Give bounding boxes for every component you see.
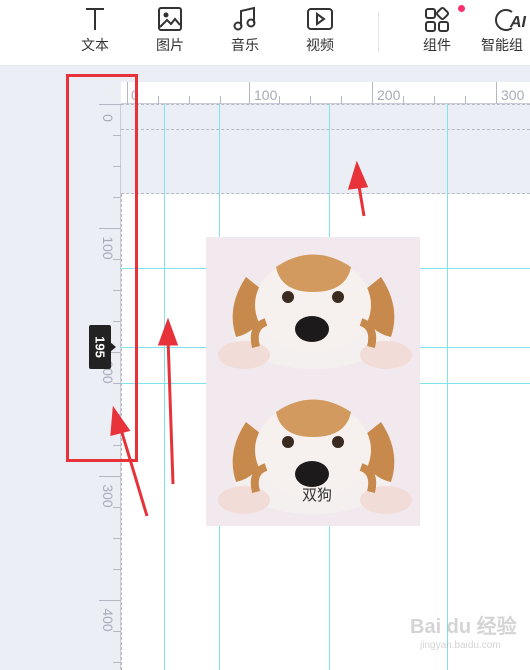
text-tool-button[interactable]: 文本 xyxy=(63,6,127,62)
horizontal-ruler-ticks xyxy=(127,82,497,104)
video-icon xyxy=(288,6,352,36)
text-tool-label: 文本 xyxy=(81,37,109,53)
image-caption-text[interactable]: 双狗 xyxy=(302,484,332,505)
ai-tool-label: 智能组 xyxy=(481,37,523,53)
image-tool-label: 图片 xyxy=(156,37,184,53)
watermark-logo: Bai du 经验 xyxy=(410,616,517,638)
canvas-header-area xyxy=(121,104,530,194)
editor-toolbar: 文本 图片 音乐 视频 组件 AI 智能组 xyxy=(0,0,530,66)
watermark-url: jingyan.baidu.com xyxy=(420,640,501,651)
horizontal-ruler[interactable]: 0 100 200 300 xyxy=(121,82,530,104)
ai-icon-text: AI xyxy=(509,14,527,31)
components-tool-label: 组件 xyxy=(423,37,451,53)
components-tool-button[interactable]: 组件 xyxy=(405,6,469,62)
ruler-label-h-200: 200 xyxy=(377,87,401,103)
ruler-label-v-300: 300 xyxy=(100,484,116,508)
image-tool-button[interactable]: 图片 xyxy=(138,6,202,62)
safe-area-line xyxy=(121,129,530,130)
music-tool-label: 音乐 xyxy=(231,37,259,53)
text-icon xyxy=(63,6,127,36)
guide-line-vertical[interactable] xyxy=(447,104,448,670)
annotation-highlight-box xyxy=(66,74,138,462)
puppy-photo xyxy=(218,254,412,369)
ai-icon: AI xyxy=(477,6,530,36)
image-icon xyxy=(138,6,202,36)
video-tool-label: 视频 xyxy=(306,37,334,53)
music-icon xyxy=(213,6,277,36)
toolbar-divider xyxy=(378,12,379,52)
new-badge xyxy=(458,5,465,12)
ruler-label-h-300: 300 xyxy=(501,87,525,103)
guide-line-vertical[interactable] xyxy=(164,104,165,670)
ai-tool-button[interactable]: AI 智能组 xyxy=(477,6,530,62)
video-tool-button[interactable]: 视频 xyxy=(288,6,352,62)
ruler-label-h-100: 100 xyxy=(254,87,278,103)
ruler-label-v-400: 400 xyxy=(100,608,116,632)
dog-image-element[interactable] xyxy=(206,237,420,526)
music-tool-button[interactable]: 音乐 xyxy=(213,6,277,62)
